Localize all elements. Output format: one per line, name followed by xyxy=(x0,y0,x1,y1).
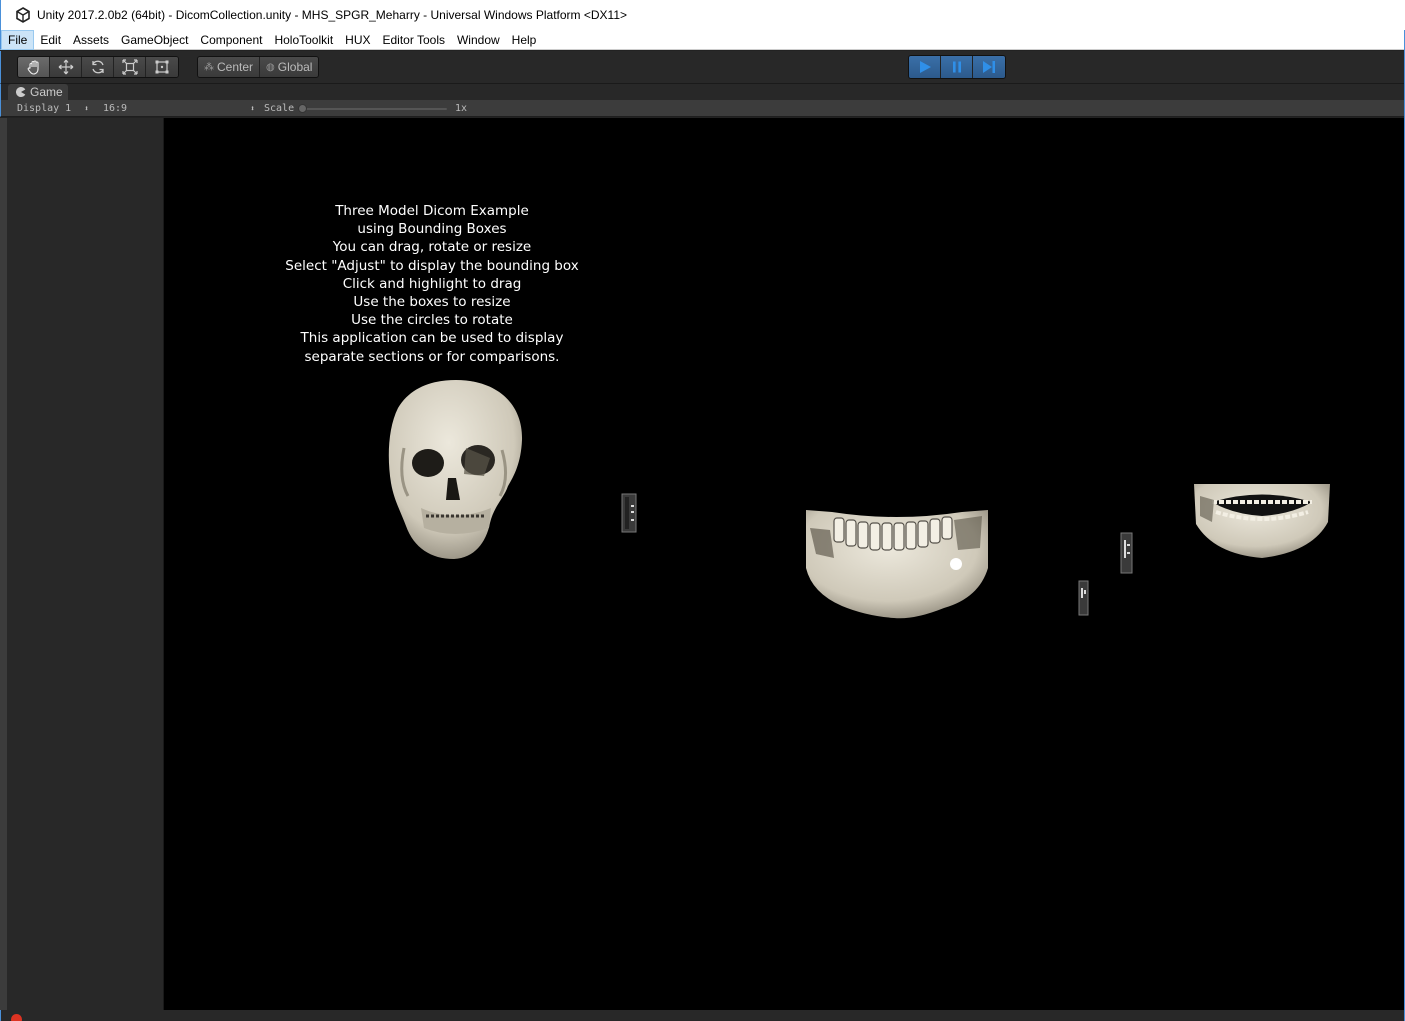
step-icon xyxy=(983,61,995,73)
skull-model[interactable] xyxy=(386,378,526,562)
jaw-model[interactable] xyxy=(1192,482,1332,560)
aspect-dropdown[interactable]: 16:9 ⬍ xyxy=(103,102,259,115)
instruction-line: You can drag, rotate or resize xyxy=(332,239,532,256)
menu-holotoolkit[interactable]: HoloToolkit xyxy=(268,30,339,50)
adjust-panel-1[interactable] xyxy=(621,493,639,533)
adjust-panel-3[interactable] xyxy=(1120,532,1134,574)
pivot-center-toggle[interactable]: ⁂ Center xyxy=(198,57,261,77)
scale-tool-button[interactable] xyxy=(114,57,146,77)
pivot-center-label: Center xyxy=(217,60,254,74)
instruction-line: Select "Adjust" to display the bounding … xyxy=(285,257,579,274)
unity-logo-icon xyxy=(16,7,30,23)
aspect-value: 16:9 xyxy=(103,103,128,114)
scale-slider-track[interactable] xyxy=(299,108,447,110)
status-bar xyxy=(0,1010,1405,1021)
adjust-panel-2[interactable] xyxy=(1078,580,1090,616)
pause-icon xyxy=(952,61,961,73)
scale-slider-thumb[interactable] xyxy=(298,104,307,113)
rect-tool-button[interactable] xyxy=(146,57,178,77)
window-title: Unity 2017.2.0b2 (64bit) - DicomCollecti… xyxy=(37,8,627,22)
display-dropdown[interactable]: Display 1 ⬍ xyxy=(17,102,93,115)
instruction-line: This application can be used to display xyxy=(300,330,564,347)
game-viewport[interactable]: Three Model Dicom Example using Bounding… xyxy=(164,118,1405,1010)
game-view-letterbox xyxy=(0,118,164,1010)
mandible-model[interactable] xyxy=(804,508,990,620)
move-tool-button[interactable] xyxy=(50,57,82,77)
dropdown-arrows-icon: ⬍ xyxy=(250,104,255,113)
title-bar: Unity 2017.2.0b2 (64bit) - DicomCollecti… xyxy=(0,0,1405,30)
instruction-line: Use the boxes to resize xyxy=(353,294,511,311)
menu-help[interactable]: Help xyxy=(506,30,543,50)
pivot-global-toggle[interactable]: ◍ Global xyxy=(260,57,319,77)
scale-icon xyxy=(121,59,138,75)
menu-hux[interactable]: HUX xyxy=(339,30,376,50)
pivot-toggles: ⁂ Center ◍ Global xyxy=(197,56,320,78)
pause-button[interactable] xyxy=(941,56,973,78)
playback-controls xyxy=(908,55,1006,79)
game-tab-bar: Game xyxy=(0,84,1405,100)
main-toolbar: ⁂ Center ◍ Global xyxy=(0,51,1405,84)
menu-assets[interactable]: Assets xyxy=(67,30,115,50)
display-value: Display 1 xyxy=(17,103,72,114)
menu-file[interactable]: File xyxy=(1,29,35,50)
hand-tool-button[interactable] xyxy=(18,57,50,77)
instruction-line: Three Model Dicom Example xyxy=(335,203,529,219)
tab-game[interactable]: Game xyxy=(8,84,68,100)
rect-icon xyxy=(155,60,169,74)
play-button[interactable] xyxy=(909,56,941,78)
menu-component[interactable]: Component xyxy=(194,30,268,50)
scale-value: 1x xyxy=(455,103,468,114)
scale-label: Scale xyxy=(264,103,295,114)
globe-icon: ◍ xyxy=(266,61,275,73)
play-icon xyxy=(919,61,931,73)
rotate-tool-button[interactable] xyxy=(82,57,114,77)
rotate-icon xyxy=(91,60,104,74)
menu-gameobject[interactable]: GameObject xyxy=(115,30,194,50)
transform-tools xyxy=(17,56,179,78)
instructions-text: Three Model Dicom Example using Bounding… xyxy=(274,202,590,366)
dropdown-arrows-icon: ⬍ xyxy=(84,104,89,113)
instruction-line: Click and highlight to drag xyxy=(342,275,522,292)
tab-game-label: Game xyxy=(30,85,63,99)
pivot-global-label: Global xyxy=(277,60,313,74)
pivot-center-icon: ⁂ xyxy=(204,61,214,73)
pacman-icon xyxy=(16,87,26,97)
menu-window[interactable]: Window xyxy=(451,30,506,50)
error-icon xyxy=(11,1014,22,1021)
move-icon xyxy=(58,59,73,75)
menu-editor-tools[interactable]: Editor Tools xyxy=(377,30,451,50)
menu-bar: File Edit Assets GameObject Component Ho… xyxy=(0,29,1405,50)
menu-edit[interactable]: Edit xyxy=(34,30,67,50)
step-button[interactable] xyxy=(973,56,1005,78)
instruction-line: separate sections or for comparisons. xyxy=(304,348,560,365)
instruction-line: Use the circles to rotate xyxy=(351,312,513,329)
game-view-controls: Display 1 ⬍ 16:9 ⬍ Scale 1x xyxy=(0,100,1405,117)
hand-icon xyxy=(27,60,39,75)
instruction-line: using Bounding Boxes xyxy=(357,221,507,238)
